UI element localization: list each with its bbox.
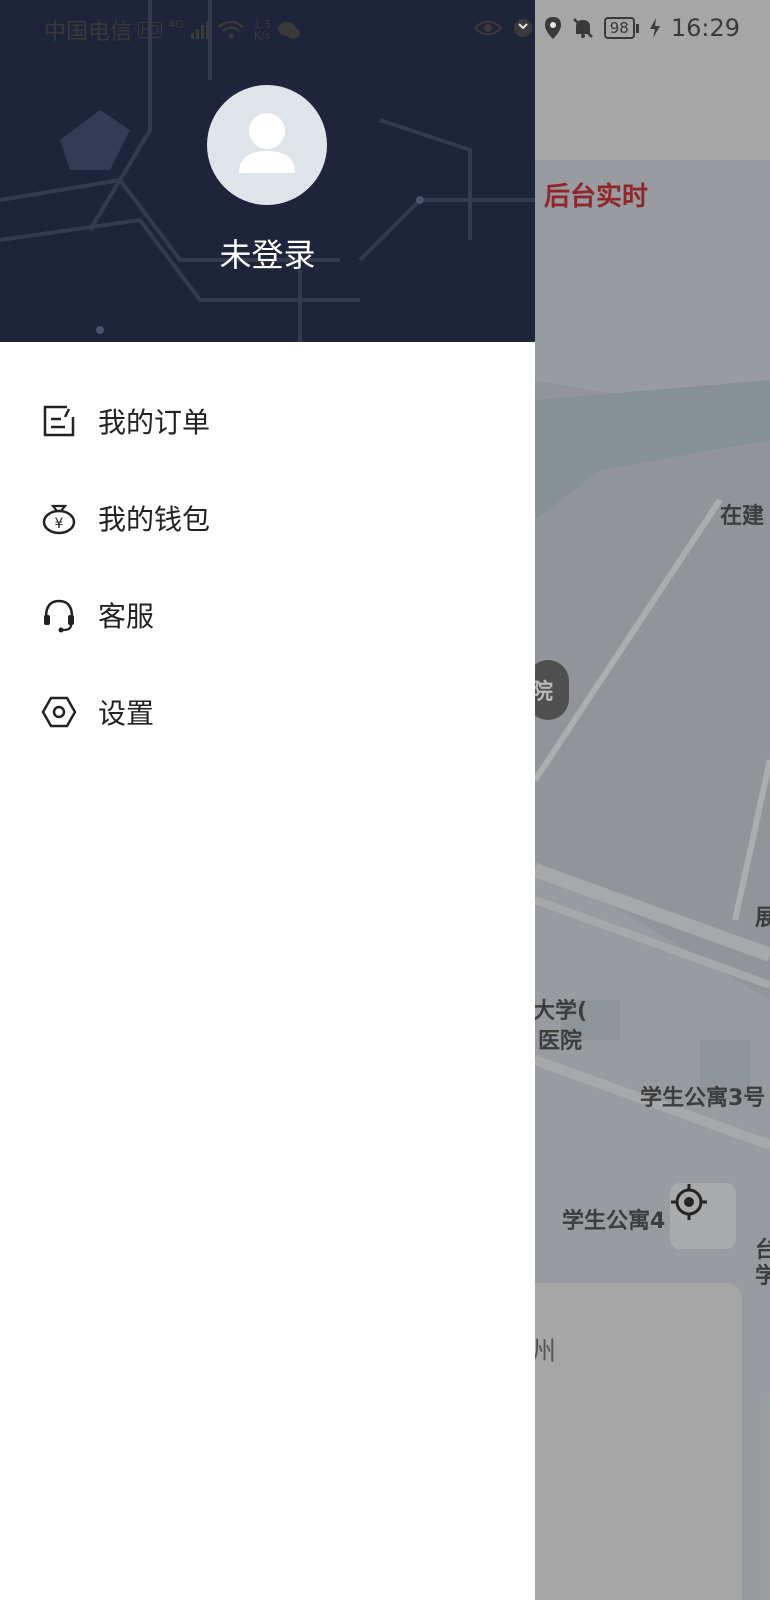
drawer-menu: 我的订单 ¥ 我的钱包 客服 设置 [0, 372, 535, 760]
order-icon [40, 402, 78, 440]
wechat-icon [278, 22, 301, 39]
login-status[interactable]: 未登录 [0, 230, 535, 276]
menu-item-wallet[interactable]: ¥ 我的钱包 [0, 469, 535, 566]
settings-icon [40, 693, 78, 731]
menu-item-customer-service[interactable]: 客服 [0, 566, 535, 663]
battery-indicator: 98 [603, 17, 639, 39]
nfc-icon [513, 19, 532, 37]
headset-icon [40, 596, 78, 634]
signal-icon [190, 21, 209, 39]
clock: 16:29 [670, 14, 740, 42]
menu-item-label: 设置 [98, 696, 155, 730]
status-right: 98 16:29 [473, 14, 740, 42]
wallet-icon: ¥ [40, 499, 78, 537]
network-speed: 1.5 K/s [254, 19, 272, 41]
battery-level: 98 [603, 17, 635, 39]
menu-item-settings[interactable]: 设置 [0, 663, 535, 760]
location-icon [544, 17, 561, 39]
network-type: 4G [168, 17, 184, 31]
menu-item-label: 我的钱包 [98, 502, 211, 536]
menu-item-label: 客服 [98, 599, 155, 633]
status-left: 中国电信 HD 4G 1.5 K/s [44, 14, 301, 46]
wifi-icon [218, 20, 244, 39]
carrier-name: 中国电信 [44, 20, 133, 45]
avatar[interactable] [207, 85, 327, 205]
mute-bell-icon [572, 18, 593, 38]
charging-icon [649, 18, 660, 38]
user-icon [239, 113, 295, 173]
status-bar: 中国电信 HD 4G 1.5 K/s 98 16:29 [0, 0, 770, 58]
hd-badge: HD [138, 22, 163, 38]
menu-item-orders[interactable]: 我的订单 [0, 372, 535, 469]
navigation-drawer: 未登录 我的订单 ¥ 我的钱包 客服 设置 [0, 0, 535, 1600]
eye-icon [473, 20, 502, 36]
menu-item-label: 我的订单 [98, 405, 211, 439]
svg-text:¥: ¥ [55, 516, 64, 532]
speed-unit: K/s [253, 29, 271, 42]
